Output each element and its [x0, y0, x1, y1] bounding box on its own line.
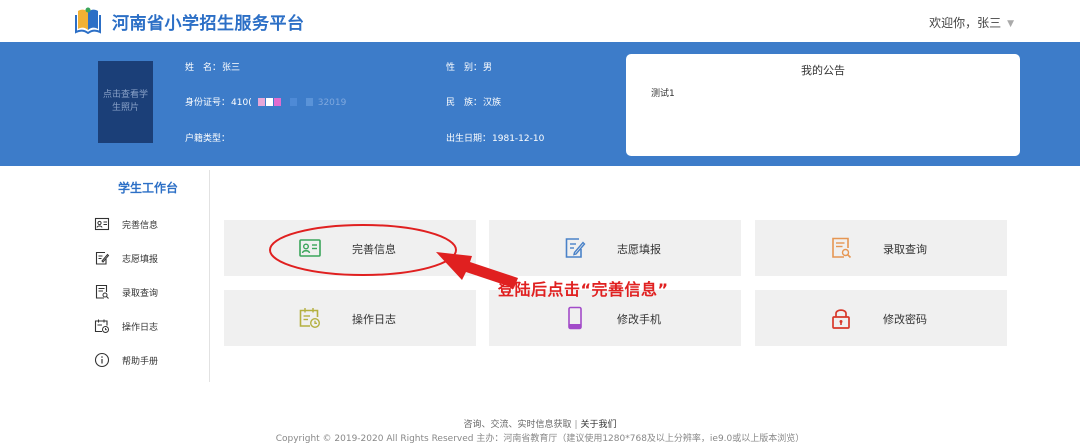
phone-icon — [568, 306, 582, 330]
ethnicity-field: 民 族：汉族 — [446, 95, 501, 108]
edit-form-icon — [565, 238, 586, 258]
lock-icon — [832, 309, 850, 329]
name-label: 姓 名： — [185, 63, 222, 73]
student-photo-placeholder[interactable]: 点击查看学生照片 — [98, 61, 153, 143]
id-value-prefix: 410( — [231, 98, 252, 108]
sidebar-item-admission-query[interactable]: 录取查询 — [94, 282, 194, 302]
notice-item[interactable]: 测试1 — [651, 86, 675, 99]
sidebar-item-complete-info[interactable]: 完善信息 — [94, 214, 194, 234]
calendar-clock-icon — [299, 308, 321, 329]
sidebar-item-operation-log[interactable]: 操作日志 — [94, 316, 194, 336]
gender-label: 性 别： — [446, 63, 483, 73]
id-card-icon — [299, 239, 321, 257]
tile-admission-query[interactable]: 录取查询 — [755, 220, 1007, 276]
id-number-field: 身份证号：410( 32019 — [185, 95, 346, 109]
tile-label: 修改密码 — [883, 313, 927, 326]
footer-links: 咨询、交流、实时信息获取 | 关于我们 — [0, 417, 1080, 430]
chevron-down-icon: ▼ — [1007, 19, 1014, 29]
edit-form-icon — [95, 251, 110, 265]
notice-title: 我的公告 — [801, 64, 845, 77]
birth-label: 出生日期： — [446, 134, 492, 144]
gender-value: 男 — [483, 63, 493, 73]
sidebar-title: 学生工作台 — [118, 181, 179, 195]
ethnicity-value: 汉族 — [483, 98, 502, 108]
user-greeting: 欢迎你，张三 — [929, 16, 1002, 30]
calendar-clock-icon — [94, 319, 109, 333]
household-type-field: 户籍类型： — [185, 131, 231, 144]
footer-copyright: Copyright © 2019-2020 All Rights Reserve… — [275, 434, 805, 444]
name-field: 姓 名：张三 — [185, 60, 240, 73]
top-header: 河南省小学招生服务平台 欢迎你，张三 ▼ — [0, 0, 1080, 42]
gender-field: 性 别：男 — [446, 60, 492, 73]
tile-label: 志愿填报 — [617, 243, 661, 256]
birth-value: 1981-12-10 — [492, 134, 545, 144]
id-card-icon — [94, 217, 110, 231]
user-menu[interactable]: 欢迎你，张三 ▼ — [929, 14, 1014, 31]
ethnicity-label: 民 族： — [446, 98, 483, 108]
sidebar-item-label: 志愿填报 — [122, 254, 159, 265]
photo-placeholder-text: 点击查看学生照片 — [102, 90, 148, 113]
sidebar-divider — [209, 170, 210, 382]
birth-date-field: 出生日期：1981-12-10 — [446, 131, 544, 144]
about-us-link[interactable]: 关于我们 — [581, 420, 617, 430]
info-circle-icon — [94, 352, 110, 368]
sidebar-item-label: 帮助手册 — [122, 356, 159, 367]
household-label: 户籍类型： — [185, 134, 231, 144]
redacted-id-digits — [257, 98, 314, 109]
notice-panel: 我的公告 测试1 — [626, 54, 1020, 156]
sidebar-item-label: 完善信息 — [122, 220, 159, 231]
tile-label: 录取查询 — [883, 243, 927, 256]
sidebar-item-application[interactable]: 志愿填报 — [94, 248, 194, 268]
sidebar-item-label: 录取查询 — [122, 288, 159, 299]
sidebar-item-label: 操作日志 — [122, 322, 159, 333]
tile-change-password[interactable]: 修改密码 — [755, 290, 1007, 346]
site-title: 河南省小学招生服务平台 — [112, 14, 305, 34]
tile-complete-info[interactable]: 完善信息 — [224, 220, 476, 276]
annotation-text: 登陆后点击“完善信息” — [498, 280, 669, 299]
document-search-icon — [95, 284, 109, 299]
document-search-icon — [832, 237, 852, 259]
tile-application[interactable]: 志愿填报 — [489, 220, 741, 276]
sidebar: 学生工作台 完善信息 志愿填报 录取查询 操作日志 帮助手册 — [0, 166, 210, 384]
footer-contact-text: 咨询、交流、实时信息获取 — [463, 420, 572, 430]
id-value-suffix: 32019 — [317, 98, 347, 108]
footer-separator: | — [574, 420, 578, 430]
sidebar-item-help-manual[interactable]: 帮助手册 — [94, 350, 194, 370]
profile-banner: 点击查看学生照片 姓 名：张三 身份证号：410( 32019 户籍类型： 性 别… — [0, 42, 1080, 166]
name-value: 张三 — [222, 63, 241, 73]
open-book-logo-icon — [75, 7, 101, 34]
tile-label: 完善信息 — [352, 243, 396, 256]
tile-operation-log[interactable]: 操作日志 — [224, 290, 476, 346]
id-label: 身份证号： — [185, 98, 231, 108]
tile-label: 操作日志 — [352, 313, 396, 326]
tile-label: 修改手机 — [617, 313, 661, 326]
